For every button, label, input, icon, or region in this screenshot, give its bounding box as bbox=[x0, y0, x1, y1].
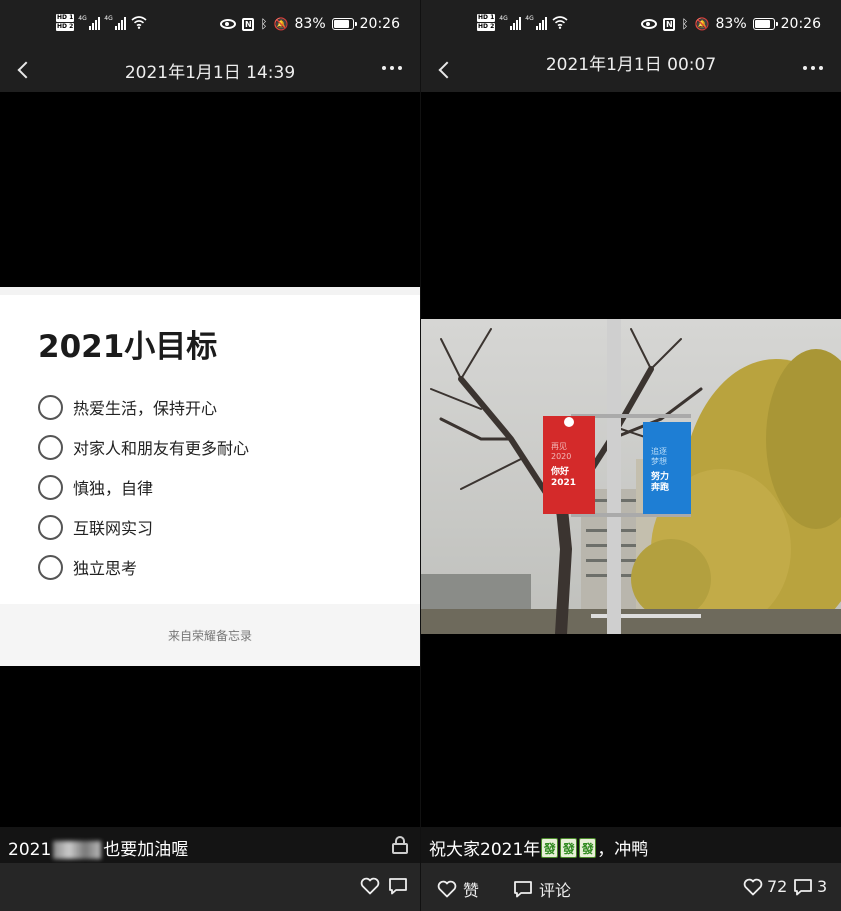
signal-icon: 4G bbox=[525, 14, 548, 30]
nfc-icon: N bbox=[663, 17, 676, 31]
unchecked-circle-icon bbox=[38, 394, 63, 420]
bluetooth-icon: ᛒ bbox=[681, 17, 689, 31]
caption-bar: 祝大家2021年，冲鸭 bbox=[421, 827, 841, 863]
moment-viewer-left: HD 1 HD 2 4G 4G N ᛒ 🔕 83% 20:26 2021年1月1… bbox=[0, 0, 420, 911]
mahjong-fa-icon bbox=[560, 838, 578, 858]
blurred-text bbox=[53, 841, 102, 859]
nav-bar: 2021年1月1日 14:39 bbox=[0, 48, 420, 92]
hd2-badge: HD 2 bbox=[56, 23, 75, 31]
banner-red-line1: 再见 bbox=[551, 442, 567, 451]
unchecked-circle-icon bbox=[38, 554, 63, 580]
banner-blue-line1: 追逐 bbox=[651, 446, 667, 456]
comment-label: 评论 bbox=[539, 881, 572, 900]
battery-percent: 83% bbox=[294, 16, 326, 32]
like-label: 赞 bbox=[463, 881, 480, 900]
mute-bell-icon: 🔕 bbox=[694, 17, 710, 31]
comment-button[interactable]: 评论 bbox=[513, 877, 571, 901]
memo-item-text: 热爱生活，保持开心 bbox=[73, 399, 218, 418]
lock-icon bbox=[392, 836, 408, 854]
eye-icon bbox=[641, 19, 658, 29]
unchecked-circle-icon bbox=[38, 514, 63, 540]
memo-item: 互联网实习 bbox=[38, 507, 249, 547]
like-count-button[interactable]: 72 bbox=[743, 877, 787, 896]
unchecked-circle-icon bbox=[38, 474, 63, 500]
nav-bar: 2021年1月1日 00:07 bbox=[421, 48, 841, 92]
like-button[interactable]: 赞 bbox=[437, 877, 479, 901]
network-type: 4G bbox=[525, 14, 534, 22]
signal-icon: 4G bbox=[499, 14, 522, 30]
hd2-badge: HD 2 bbox=[477, 23, 496, 31]
heart-icon bbox=[360, 877, 380, 895]
caption-bar: 2021 也要加油喔 bbox=[0, 827, 420, 863]
like-count: 72 bbox=[767, 877, 788, 896]
campus-photo-illustration: 再见 2020 你好 2021 追逐 梦想 努力 奔跑 bbox=[421, 319, 841, 634]
wifi-icon bbox=[552, 16, 568, 29]
memo-item-text: 对家人和朋友有更多耐心 bbox=[73, 439, 250, 458]
banner-red-line3: 你好 bbox=[550, 465, 569, 477]
comment-button[interactable] bbox=[388, 877, 408, 895]
comment-icon bbox=[388, 877, 408, 895]
bluetooth-icon: ᛒ bbox=[260, 17, 268, 31]
more-options-button[interactable] bbox=[799, 58, 827, 78]
hd1-badge: HD 1 bbox=[477, 14, 496, 22]
status-bar: HD 1 HD 2 4G 4G N ᛒ 🔕 83% 20:26 bbox=[421, 0, 841, 48]
post-timestamp: 2021年1月1日 14:39 bbox=[124, 63, 296, 83]
memo-title: 2021小目标 bbox=[38, 329, 218, 365]
banner-red-line4: 2021 bbox=[551, 478, 576, 488]
comment-count: 3 bbox=[817, 877, 828, 896]
signal-icon: 4G bbox=[78, 14, 101, 30]
signal-icon: 4G bbox=[104, 14, 127, 30]
post-caption: 祝大家2021年，冲鸭 bbox=[429, 835, 648, 860]
banner-blue-line3: 努力 bbox=[651, 470, 669, 482]
memo-source-footer: 来自荣耀备忘录 bbox=[0, 604, 420, 666]
hd-indicator: HD 1 HD 2 bbox=[477, 14, 496, 31]
network-type: 4G bbox=[499, 14, 508, 22]
memo-item-text: 独立思考 bbox=[73, 559, 138, 578]
mahjong-fa-icon bbox=[579, 838, 597, 858]
post-caption: 2021 也要加油喔 bbox=[8, 840, 189, 860]
banner-blue-line4: 奔跑 bbox=[650, 481, 669, 493]
memo-item: 对家人和朋友有更多耐心 bbox=[38, 427, 249, 467]
nfc-icon: N bbox=[242, 17, 255, 31]
memo-checklist: 热爱生活，保持开心 对家人和朋友有更多耐心 慎独，自律 互联网实习 独立思考 bbox=[38, 387, 249, 587]
memo-item: 慎独，自律 bbox=[38, 467, 249, 507]
battery-icon bbox=[752, 18, 778, 30]
moment-viewer-right: HD 1 HD 2 4G 4G N ᛒ 🔕 83% 20:26 2021年1月1… bbox=[421, 0, 841, 911]
memo-item: 独立思考 bbox=[38, 547, 249, 587]
eye-icon bbox=[220, 19, 237, 29]
action-bar bbox=[0, 863, 420, 911]
unchecked-circle-icon bbox=[38, 434, 63, 460]
action-bar: 赞 评论 72 3 bbox=[421, 863, 841, 911]
hd1-badge: HD 1 bbox=[56, 14, 75, 22]
heart-icon bbox=[437, 880, 457, 898]
battery-percent: 83% bbox=[715, 16, 747, 32]
banner-blue-line2: 梦想 bbox=[651, 456, 667, 466]
status-bar: HD 1 HD 2 4G 4G N ᛒ 🔕 83% 20:26 bbox=[0, 0, 420, 48]
comment-icon bbox=[793, 878, 813, 896]
network-type: 4G bbox=[78, 14, 87, 22]
memo-item-text: 慎独，自律 bbox=[73, 479, 154, 498]
memo-item: 热爱生活，保持开心 bbox=[38, 387, 249, 427]
post-photo[interactable]: 再见 2020 你好 2021 追逐 梦想 努力 奔跑 bbox=[421, 319, 841, 634]
clock: 20:26 bbox=[780, 16, 821, 32]
mute-bell-icon: 🔕 bbox=[273, 17, 289, 31]
wifi-icon bbox=[131, 16, 147, 29]
mahjong-fa-icon bbox=[541, 838, 559, 858]
more-options-button[interactable] bbox=[378, 58, 406, 78]
post-timestamp: 2021年1月1日 00:07 bbox=[545, 55, 717, 75]
battery-icon bbox=[331, 18, 357, 30]
heart-icon bbox=[743, 878, 763, 896]
clock: 20:26 bbox=[359, 16, 400, 32]
network-type: 4G bbox=[104, 14, 113, 22]
comment-count-button[interactable]: 3 bbox=[793, 877, 827, 896]
comment-icon bbox=[513, 880, 533, 898]
hd-indicator: HD 1 HD 2 bbox=[56, 14, 75, 31]
memo-item-text: 互联网实习 bbox=[73, 519, 154, 538]
banner-red-line2: 2020 bbox=[551, 452, 571, 461]
memo-image[interactable]: 2021小目标 热爱生活，保持开心 对家人和朋友有更多耐心 慎独，自律 互联网实… bbox=[0, 287, 420, 666]
like-button[interactable] bbox=[360, 877, 380, 895]
